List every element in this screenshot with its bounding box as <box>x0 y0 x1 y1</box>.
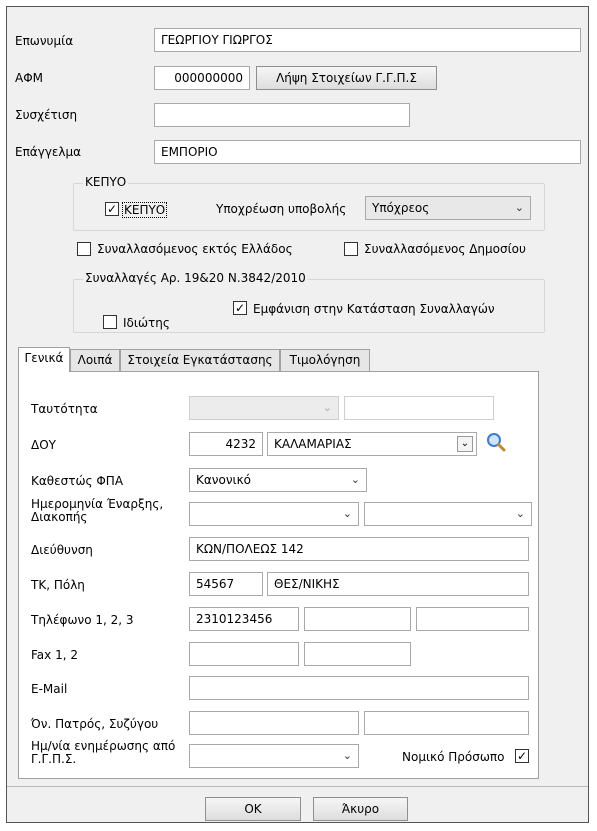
show-in-report-label: Εμφάνιση στην Κατάσταση Συναλλαγών <box>253 302 495 316</box>
kepyo-checkbox[interactable]: ✓ <box>105 202 119 216</box>
chevron-down-icon: ⌄ <box>457 436 473 452</box>
epaggelma-label: Επάγγελμα <box>15 145 82 159</box>
sysxetisi-input[interactable] <box>154 103 410 127</box>
fetch-gsis-button[interactable]: Λήψη Στοιχείων Γ.Γ.Π.Σ <box>256 66 437 90</box>
footer-divider <box>7 786 588 787</box>
abroad-checkbox[interactable] <box>77 242 91 256</box>
legal-entity-checkbox[interactable]: ✓ <box>515 749 529 763</box>
phone-label: Τηλέφωνο 1, 2, 3 <box>31 613 134 627</box>
obligation-select-value: Υπόχρεος <box>372 201 430 215</box>
eponymia-label: Επωνυμία <box>15 34 74 48</box>
address-label: Διεύθυνση <box>31 543 93 557</box>
identity-number-input[interactable] <box>344 396 494 420</box>
obligation-select[interactable]: Υπόχρεος ⌄ <box>365 196 531 220</box>
doy-name-value: ΚΑΛΑΜΑΡΙΑΣ <box>274 437 352 451</box>
search-icon[interactable] <box>485 431 507 453</box>
doy-name-select[interactable]: ΚΑΛΑΜΑΡΙΑΣ ⌄ <box>267 432 477 456</box>
father-spouse-label: Όν. Πατρός, Συζύγου <box>31 717 159 731</box>
private-label: Ιδιώτης <box>123 316 170 330</box>
tab-installation[interactable]: Στοιχεία Εγκατάστασης <box>120 349 280 371</box>
dates-label: Ημερομηνία Έναρξης, Διακοπής <box>31 497 164 524</box>
general-tab-panel: Ταυτότητα ⌄ ΔΟΥ 4232 ΚΑΛΑΜΑΡΙΑΣ ⌄ Καθεστ… <box>18 371 539 779</box>
chevron-down-icon: ⌄ <box>515 507 525 520</box>
sysxetisi-label: Συσχέτιση <box>15 108 78 122</box>
cancel-button[interactable]: Άκυρο <box>313 797 408 821</box>
spouse-name-input[interactable] <box>364 711 529 735</box>
public-checkbox[interactable] <box>344 242 358 256</box>
phone2-input[interactable] <box>304 607 411 631</box>
email-input[interactable] <box>189 676 529 700</box>
fax1-input[interactable] <box>189 642 299 666</box>
chevron-down-icon: ⌄ <box>350 473 360 486</box>
eponymia-input[interactable]: ΓΕΩΡΓΙΟΥ ΓΙΩΡΓΟΣ <box>154 28 581 52</box>
private-checkbox[interactable] <box>103 315 117 329</box>
start-date-select[interactable]: ⌄ <box>189 502 359 526</box>
doy-code-input[interactable]: 4232 <box>189 432 263 456</box>
email-label: E-Mail <box>31 682 68 696</box>
identity-type-select[interactable]: ⌄ <box>189 396 339 420</box>
show-in-report-checkbox[interactable]: ✓ <box>233 301 247 315</box>
fax2-input[interactable] <box>304 642 411 666</box>
tab-invoicing[interactable]: Τιμολόγηση <box>280 349 370 371</box>
vat-select[interactable]: Κανονικό ⌄ <box>189 468 367 492</box>
update-date-select[interactable]: ⌄ <box>189 744 359 768</box>
phone3-input[interactable] <box>416 607 529 631</box>
abroad-label: Συναλλασόμενος εκτός Ελλάδος <box>97 242 293 256</box>
fax-label: Fax 1, 2 <box>31 648 78 662</box>
phone1-input[interactable]: 2310123456 <box>189 607 299 631</box>
check-icon: ✓ <box>234 301 246 315</box>
obligation-label: Υποχρέωση υποβολής <box>216 202 347 216</box>
transactions-group-title: Συναλλαγές Αρ. 19&20 Ν.3842/2010 <box>83 271 308 285</box>
legal-entity-label: Νομικό Πρόσωπο <box>402 750 505 764</box>
tk-city-label: ΤΚ, Πόλη <box>31 578 85 592</box>
afm-input[interactable]: 000000000 <box>154 66 250 90</box>
tab-general[interactable]: Γενικά <box>18 347 70 372</box>
tab-other[interactable]: Λοιπά <box>70 349 120 371</box>
father-name-input[interactable] <box>189 711 359 735</box>
identity-label: Ταυτότητα <box>31 402 98 416</box>
vat-select-value: Κανονικό <box>196 473 252 487</box>
check-icon: ✓ <box>516 749 528 763</box>
city-input[interactable]: ΘΕΣ/ΝΙΚΗΣ <box>267 572 529 596</box>
chevron-down-icon: ⌄ <box>322 401 332 414</box>
epaggelma-input[interactable]: ΕΜΠΟΡΙΟ <box>154 140 581 164</box>
tk-input[interactable]: 54567 <box>189 572 263 596</box>
update-date-label: Ημ/νία ενημέρωσης από Γ.Γ.Π.Σ. <box>31 739 176 766</box>
check-icon: ✓ <box>106 202 118 216</box>
chevron-down-icon: ⌄ <box>342 507 352 520</box>
kepyo-group-title: ΚΕΠΥΟ <box>83 175 129 189</box>
address-input[interactable]: ΚΩΝ/ΠΟΛΕΩΣ 142 <box>189 537 529 561</box>
ok-button[interactable]: OK <box>205 797 301 821</box>
vat-label: Καθεστώς ΦΠΑ <box>31 474 124 488</box>
chevron-down-icon: ⌄ <box>514 201 524 214</box>
chevron-down-icon: ⌄ <box>342 749 352 762</box>
afm-label: ΑΦΜ <box>15 71 44 85</box>
kepyo-checkbox-label[interactable]: ΚΕΠΥΟ <box>122 202 168 218</box>
end-date-select[interactable]: ⌄ <box>364 502 532 526</box>
doy-label: ΔΟΥ <box>31 438 56 452</box>
public-label: Συναλλασόμενος Δημοσίου <box>364 242 526 256</box>
customer-dialog: Επωνυμία ΓΕΩΡΓΙΟΥ ΓΙΩΡΓΟΣ ΑΦΜ 000000000 … <box>6 6 589 823</box>
